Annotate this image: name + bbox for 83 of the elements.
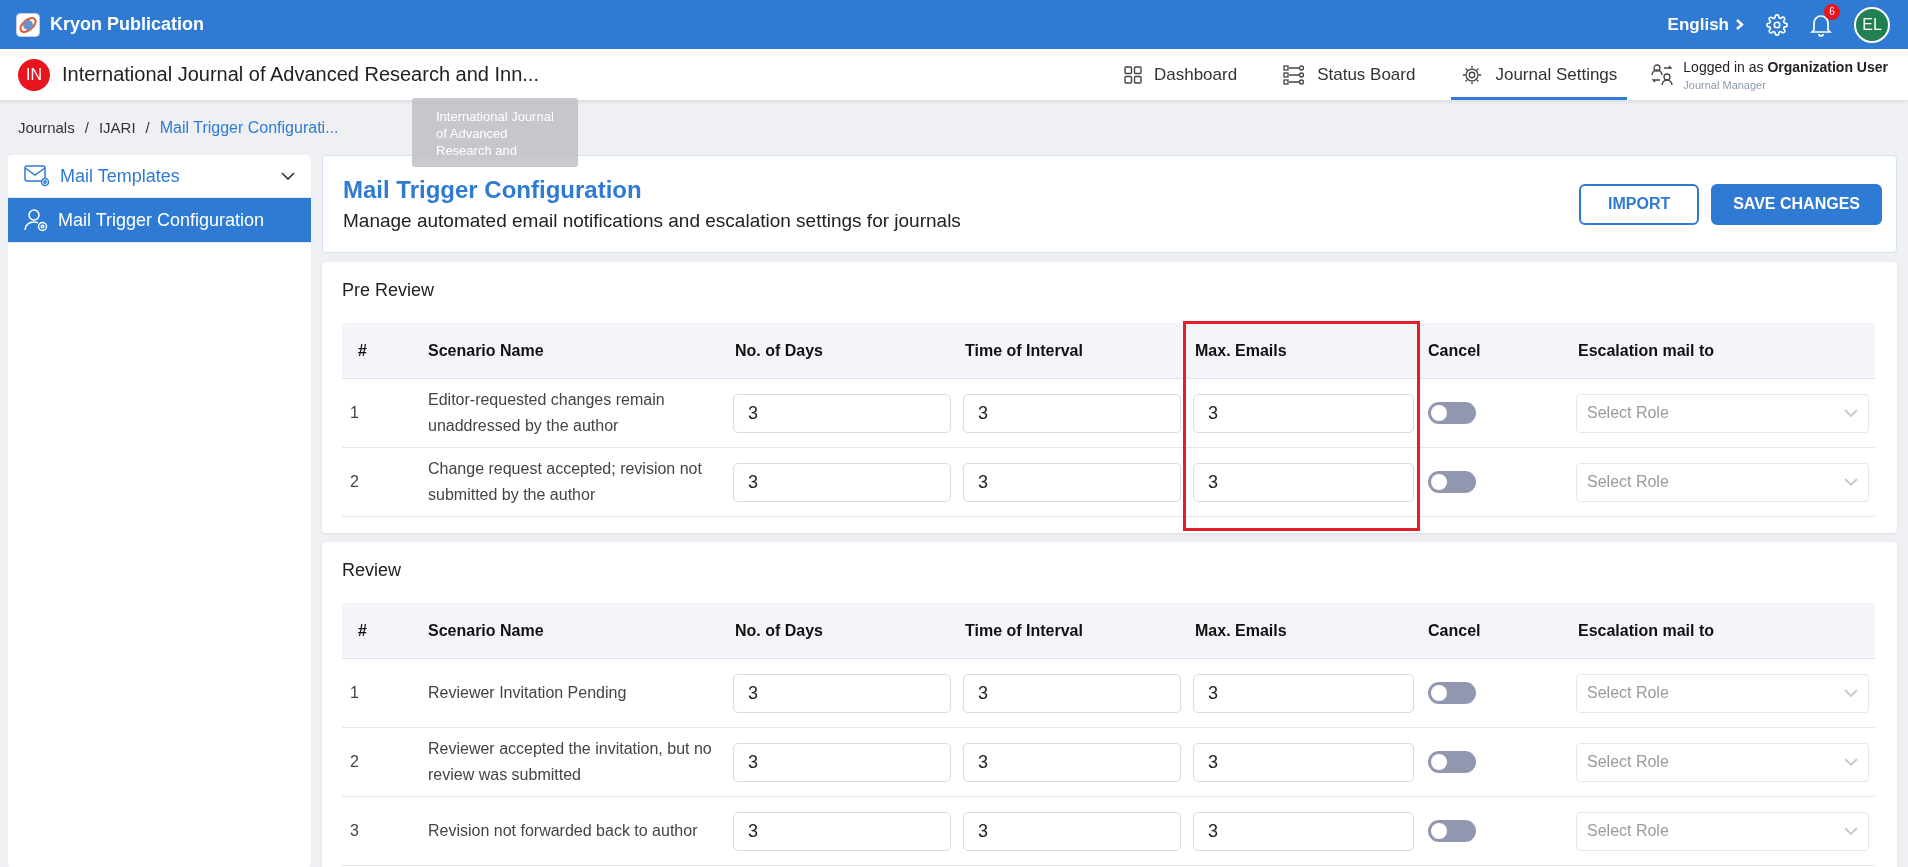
breadcrumb-link[interactable]: Journals [18, 119, 75, 136]
chevron-icon [281, 171, 295, 181]
number-field[interactable]: 3 [733, 462, 951, 502]
grid-icon [1123, 65, 1142, 84]
page-subtitle: Manage automated email notifications and escalation settings for journals [343, 210, 962, 232]
column-header: No. of Days [727, 603, 957, 659]
language-button[interactable]: English [1667, 14, 1744, 35]
column-header: # [342, 603, 420, 659]
row-number: 2 [342, 727, 420, 797]
chevron-icon [1844, 757, 1858, 767]
number-field[interactable]: 3 [963, 393, 1181, 433]
row-number: 3 [342, 796, 420, 866]
row-number: 1 [342, 658, 420, 728]
settings-icon[interactable] [1766, 13, 1788, 36]
number-field[interactable]: 3 [1193, 811, 1414, 851]
column-header: Time of Interval [957, 603, 1187, 659]
number-field[interactable]: 3 [733, 673, 951, 713]
number-field[interactable]: 3 [733, 811, 951, 851]
breadcrumb-separator: / [145, 119, 150, 136]
logo-icon [16, 12, 40, 37]
chevron-right-icon [1735, 18, 1744, 31]
row-number: 1 [342, 378, 420, 448]
column-header: # [342, 323, 420, 379]
cancel-toggle[interactable] [1428, 402, 1476, 424]
column-header: Escalation mail to [1570, 323, 1875, 379]
chevron-icon [1844, 826, 1858, 836]
cancel-toggle[interactable] [1428, 682, 1476, 704]
column-header: Time of Interval [957, 323, 1187, 379]
users-swap-icon [1651, 63, 1674, 86]
column-header: Escalation mail to [1570, 603, 1875, 659]
page-title: Mail Trigger Configuration [343, 176, 643, 204]
user-gear-icon [24, 208, 48, 232]
number-field[interactable]: 3 [963, 811, 1181, 851]
app-title: Kryon Publication [50, 14, 204, 35]
user-role: Journal Manager [1683, 78, 1767, 91]
notification-count: 6 [1824, 3, 1840, 20]
number-field[interactable]: 3 [1193, 393, 1414, 433]
column-header: Cancel [1420, 323, 1570, 379]
row-number: 2 [342, 447, 420, 517]
tooltip: International Journal of Advanced Research and [412, 98, 578, 167]
gears-icon [1461, 63, 1484, 86]
import-button[interactable]: IMPORT [1579, 183, 1700, 225]
column-header: Cancel [1420, 603, 1570, 659]
breadcrumb-current: Mail Trigger Configurati... [159, 118, 339, 137]
scenario-name: Reviewer accepted the invitation, but no review was submitted [420, 727, 727, 797]
number-field[interactable]: 3 [1193, 742, 1414, 782]
number-field[interactable]: 3 [963, 742, 1181, 782]
nav-tab[interactable]: Dashboard [1113, 49, 1248, 100]
user-avatar[interactable]: EL [1854, 6, 1890, 43]
number-field[interactable]: 3 [1193, 462, 1414, 502]
chevron-icon [1844, 477, 1858, 487]
cancel-toggle[interactable] [1428, 751, 1476, 773]
nav-tab[interactable]: Status Board [1273, 49, 1426, 100]
chevron-icon [1844, 408, 1858, 418]
sidebar-item[interactable]: Mail Trigger Configuration [8, 198, 311, 243]
column-header: Max. Emails [1187, 603, 1420, 659]
save-button[interactable]: SAVE CHANGES [1711, 183, 1882, 225]
cancel-toggle[interactable] [1428, 471, 1476, 493]
journal-badge: IN [18, 58, 50, 91]
scenario-name: Editor-requested changes remain unaddressed by the author [420, 378, 727, 448]
section-title: Pre Review [342, 280, 436, 301]
number-field[interactable]: 3 [1193, 673, 1414, 713]
breadcrumb-separator: / [84, 119, 89, 136]
number-field[interactable]: 3 [733, 742, 951, 782]
logged-in-text: Logged in as Organization User [1683, 58, 1888, 75]
mail-gear-icon [24, 165, 50, 187]
scenario-name: Reviewer Invitation Pending [420, 658, 727, 728]
flow-list-icon [1283, 64, 1306, 85]
chevron-icon [1844, 688, 1858, 698]
number-field[interactable]: 3 [963, 462, 1181, 502]
section-title: Review [342, 560, 403, 581]
column-header: Scenario Name [420, 323, 727, 379]
column-header: No. of Days [727, 323, 957, 379]
breadcrumb-link[interactable]: IJARI [98, 119, 136, 136]
nav-tab[interactable]: Journal Settings [1451, 49, 1628, 100]
journal-title[interactable]: International Journal of Advanced Research and Inn... [62, 63, 539, 86]
number-field[interactable]: 3 [733, 393, 951, 433]
number-field[interactable]: 3 [963, 673, 1181, 713]
cancel-toggle[interactable] [1428, 820, 1476, 842]
scenario-name: Revision not forwarded back to author [420, 796, 727, 866]
scenario-name: Change request accepted; revision not submitted by the author [420, 447, 727, 517]
column-header: Max. Emails [1187, 323, 1420, 379]
column-header: Scenario Name [420, 603, 727, 659]
